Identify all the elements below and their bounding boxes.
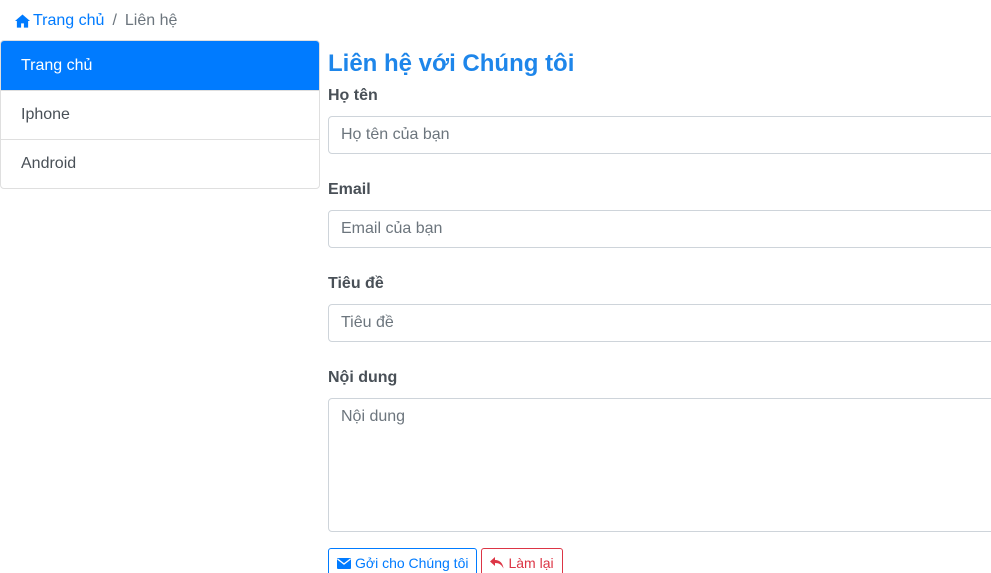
contact-page: Trang chủ / Liên hệ Trang chủ Iphone And…: [0, 0, 991, 573]
sidebar-item-label: Trang chủ: [21, 56, 93, 74]
undo-arrow-icon: [490, 557, 504, 569]
subject-field[interactable]: [328, 304, 991, 342]
submit-button-label: Gởi cho Chúng tôi: [355, 555, 469, 571]
breadcrumb-separator: /: [112, 12, 117, 29]
breadcrumb-home-link[interactable]: Trang chủ: [15, 12, 104, 30]
name-field[interactable]: [328, 116, 991, 154]
sidebar-item-android[interactable]: Android: [1, 139, 319, 188]
sidebar-item-label: Iphone: [21, 106, 70, 123]
message-field[interactable]: [328, 398, 991, 532]
breadcrumb: Trang chủ / Liên hệ: [15, 10, 177, 32]
sidebar-item-iphone[interactable]: Iphone: [1, 90, 319, 139]
breadcrumb-current: Liên hệ: [124, 12, 178, 29]
message-label: Nội dung: [328, 369, 398, 386]
sidebar-item-label: Android: [21, 155, 77, 172]
submit-button[interactable]: Gởi cho Chúng tôi: [328, 548, 478, 573]
reset-button[interactable]: Làm lại: [481, 548, 563, 573]
contact-form-section: Liên hệ với Chúng tôi Họ tên Email Tiêu …: [328, 44, 991, 573]
subject-label: Tiêu đề: [328, 275, 384, 292]
page-title: Liên hệ với Chúng tôi: [328, 50, 575, 77]
name-label: Họ tên: [328, 87, 378, 104]
email-label: Email: [328, 181, 371, 198]
sidebar-menu: Trang chủ Iphone Android: [0, 40, 320, 189]
reset-button-label: Làm lại: [508, 555, 554, 571]
form-actions: Gởi cho Chúng tôi Làm lại: [328, 548, 991, 573]
sidebar-item-home[interactable]: Trang chủ: [1, 41, 319, 90]
breadcrumb-home-label: Trang chủ: [33, 12, 105, 29]
home-icon: [15, 14, 30, 28]
envelope-icon: [337, 557, 351, 569]
email-field[interactable]: [328, 210, 991, 248]
